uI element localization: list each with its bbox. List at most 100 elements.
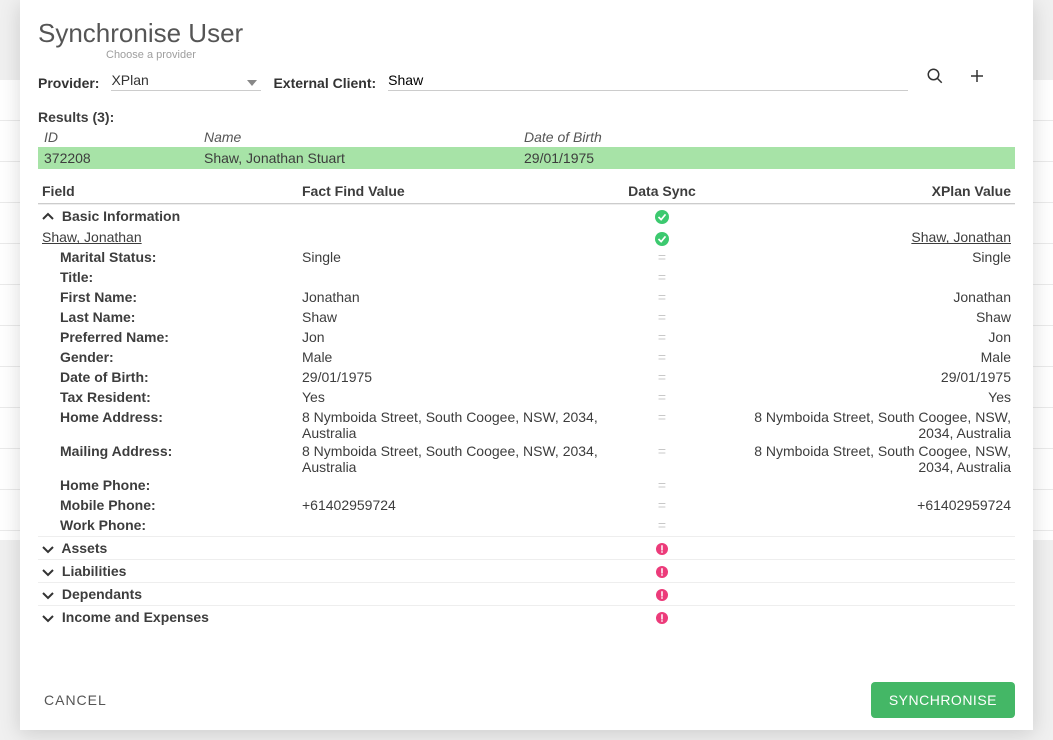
field-row: Mailing Address:8 Nymboida Street, South… (38, 442, 1015, 476)
field-label: First Name: (42, 289, 302, 305)
field-row: Mobile Phone:+61402959724=+61402959724 (38, 496, 1015, 516)
header-xplan: XPlan Value (722, 183, 1011, 199)
col-dob-header: Date of Birth (518, 127, 1015, 147)
field-xplan: Jon (722, 329, 1011, 345)
field-ffv: 29/01/1975 (302, 369, 602, 385)
field-xplan: Jonathan (722, 289, 1011, 305)
person-link-right[interactable]: Shaw, Jonathan (722, 229, 1011, 245)
section-dependants-label: Dependants (62, 586, 142, 602)
results-row-selected[interactable]: 372208 Shaw, Jonathan Stuart 29/01/1975 (38, 147, 1015, 169)
provider-hint: Choose a provider (106, 49, 1015, 61)
field-label: Mobile Phone: (42, 497, 302, 513)
field-label: Work Phone: (42, 517, 302, 533)
result-id: 372208 (38, 147, 198, 169)
field-label: Preferred Name: (42, 329, 302, 345)
alert-circle-icon (656, 611, 668, 625)
check-circle-icon (655, 208, 669, 224)
field-ffv: Single (302, 249, 602, 265)
equals-icon: = (658, 443, 666, 459)
section-basic-label: Basic Information (62, 208, 180, 224)
synchronise-button[interactable]: SYNCHRONISE (871, 682, 1015, 718)
field-xplan: 29/01/1975 (722, 369, 1011, 385)
field-row: First Name:Jonathan=Jonathan (38, 288, 1015, 308)
section-assets-label: Assets (61, 540, 107, 556)
section-income-expenses[interactable]: Income and Expenses (38, 605, 1015, 628)
chevron-down-icon (42, 609, 58, 625)
field-ffv: Yes (302, 389, 602, 405)
caret-down-icon (247, 74, 257, 90)
field-label: Date of Birth: (42, 369, 302, 385)
search-icon (926, 68, 944, 83)
results-header-row: ID Name Date of Birth (38, 127, 1015, 147)
result-dob: 29/01/1975 (518, 147, 1015, 169)
equals-icon: = (658, 517, 666, 533)
person-link-left[interactable]: Shaw, Jonathan (42, 229, 302, 245)
field-ffv: Shaw (302, 309, 602, 325)
plus-icon (968, 68, 986, 83)
header-ffv: Fact Find Value (302, 183, 602, 199)
field-ffv: 8 Nymboida Street, South Coogee, NSW, 20… (302, 409, 602, 441)
chevron-down-icon (42, 586, 58, 602)
equals-icon: = (658, 289, 666, 305)
field-grid-header: Field Fact Find Value Data Sync XPlan Va… (38, 177, 1015, 204)
provider-select[interactable]: XPlan (111, 70, 261, 91)
alert-circle-icon (656, 588, 668, 602)
field-row: Home Phone: = (38, 476, 1015, 496)
equals-icon: = (658, 477, 666, 493)
field-label: Title: (42, 269, 302, 285)
field-row: Home Address:8 Nymboida Street, South Co… (38, 408, 1015, 442)
field-row: Tax Resident:Yes=Yes (38, 388, 1015, 408)
equals-icon: = (658, 369, 666, 385)
chevron-down-icon (42, 563, 58, 579)
chevron-down-icon (42, 540, 58, 556)
equals-icon: = (658, 409, 666, 425)
field-xplan: Yes (722, 389, 1011, 405)
field-label: Marital Status: (42, 249, 302, 265)
field-grid-scroll[interactable]: Basic Information Shaw, Jonathan Shaw, J… (38, 204, 1015, 672)
header-field: Field (42, 183, 302, 199)
section-liabilities[interactable]: Liabilities (38, 559, 1015, 582)
field-ffv: Jonathan (302, 289, 602, 305)
chevron-up-icon (42, 208, 58, 224)
col-id-header: ID (38, 127, 198, 147)
section-assets[interactable]: Assets (38, 536, 1015, 559)
person-link-row: Shaw, Jonathan Shaw, Jonathan (38, 227, 1015, 247)
field-label: Home Phone: (42, 477, 302, 493)
section-basic-information[interactable]: Basic Information (38, 204, 1015, 227)
header-sync: Data Sync (602, 183, 722, 199)
field-label: Tax Resident: (42, 389, 302, 405)
external-client-label: External Client: (273, 75, 376, 91)
field-row: Last Name:Shaw=Shaw (38, 308, 1015, 328)
field-row: Date of Birth:29/01/1975=29/01/1975 (38, 368, 1015, 388)
field-xplan: Single (722, 249, 1011, 265)
equals-icon: = (658, 249, 666, 265)
field-ffv: Jon (302, 329, 602, 345)
dialog-title: Synchronise User (38, 18, 1015, 49)
section-liabilities-label: Liabilities (62, 563, 127, 579)
field-label: Last Name: (42, 309, 302, 325)
section-dependants[interactable]: Dependants (38, 582, 1015, 605)
field-row: Preferred Name:Jon=Jon (38, 328, 1015, 348)
section-income-label: Income and Expenses (62, 609, 209, 625)
alert-circle-icon (656, 542, 668, 556)
external-client-input[interactable] (388, 70, 908, 91)
field-ffv: 8 Nymboida Street, South Coogee, NSW, 20… (302, 443, 602, 475)
field-label: Mailing Address: (42, 443, 302, 459)
equals-icon: = (658, 389, 666, 405)
add-button[interactable] (962, 61, 992, 91)
field-label: Gender: (42, 349, 302, 365)
col-name-header: Name (198, 127, 518, 147)
field-row: Title:= (38, 268, 1015, 288)
field-row: Marital Status:Single=Single (38, 248, 1015, 268)
check-circle-icon (655, 229, 669, 245)
cancel-button[interactable]: CANCEL (38, 684, 113, 716)
result-name: Shaw, Jonathan Stuart (198, 147, 518, 169)
equals-icon: = (658, 309, 666, 325)
search-button[interactable] (920, 61, 950, 91)
provider-label: Provider: (38, 75, 99, 91)
equals-icon: = (658, 497, 666, 513)
equals-icon: = (658, 349, 666, 365)
alert-circle-icon (656, 565, 668, 579)
provider-value: XPlan (111, 70, 261, 91)
field-xplan: 8 Nymboida Street, South Coogee, NSW, 20… (722, 409, 1011, 441)
